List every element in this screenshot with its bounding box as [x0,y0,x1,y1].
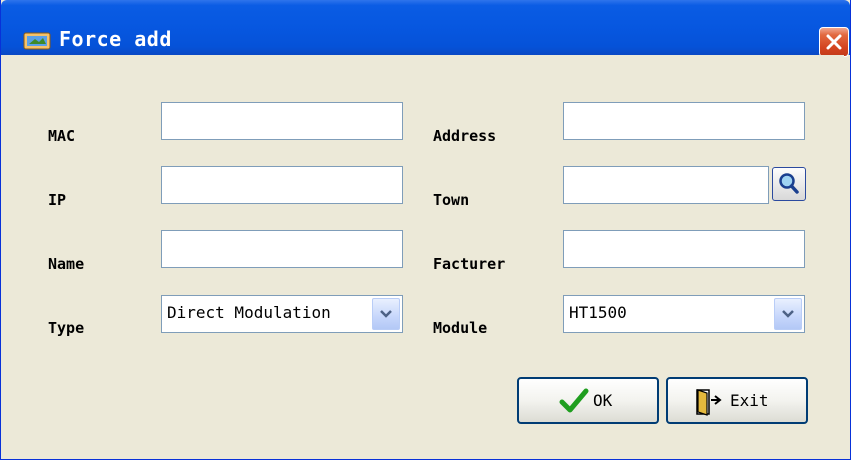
module-selected-value: HT1500 [569,303,627,322]
app-window-icon [23,31,53,51]
form-panel: MAC IP Name Type Direct Modulation Addre… [7,55,844,454]
town-input[interactable] [563,166,769,204]
type-dropdown-button[interactable] [372,298,400,330]
ip-input[interactable] [161,166,403,204]
exit-door-icon [694,388,724,420]
exit-button[interactable]: Exit [666,377,808,424]
facturer-input[interactable] [563,230,805,268]
checkmark-icon [559,388,589,418]
address-label: Address [433,127,497,145]
facturer-label: Facturer [433,255,506,273]
type-selected-value: Direct Modulation [167,303,331,322]
module-dropdown-button[interactable] [774,298,802,330]
type-label: Type [48,319,85,337]
name-label: Name [48,255,85,273]
name-input[interactable] [161,230,403,268]
mac-label: MAC [48,127,76,145]
close-icon [826,34,842,50]
ip-label: IP [48,191,67,209]
ok-label: OK [593,391,613,410]
mac-input[interactable] [161,102,403,140]
exit-label: Exit [730,391,769,410]
module-select[interactable]: HT1500 [563,295,805,333]
chevron-down-icon [782,310,794,318]
window-title: Force add [59,27,172,51]
type-select[interactable]: Direct Modulation [161,295,403,333]
ok-button[interactable]: OK [517,377,659,424]
town-search-button[interactable] [772,167,806,201]
town-label: Town [433,191,470,209]
module-label: Module [433,319,488,337]
address-input[interactable] [563,102,805,140]
close-button[interactable] [819,27,849,57]
magnifier-icon [779,173,799,194]
force-add-dialog: Force add MAC IP Name Type Direct Modula… [0,0,851,460]
chevron-down-icon [380,310,392,318]
title-bar[interactable]: Force add [1,0,850,57]
